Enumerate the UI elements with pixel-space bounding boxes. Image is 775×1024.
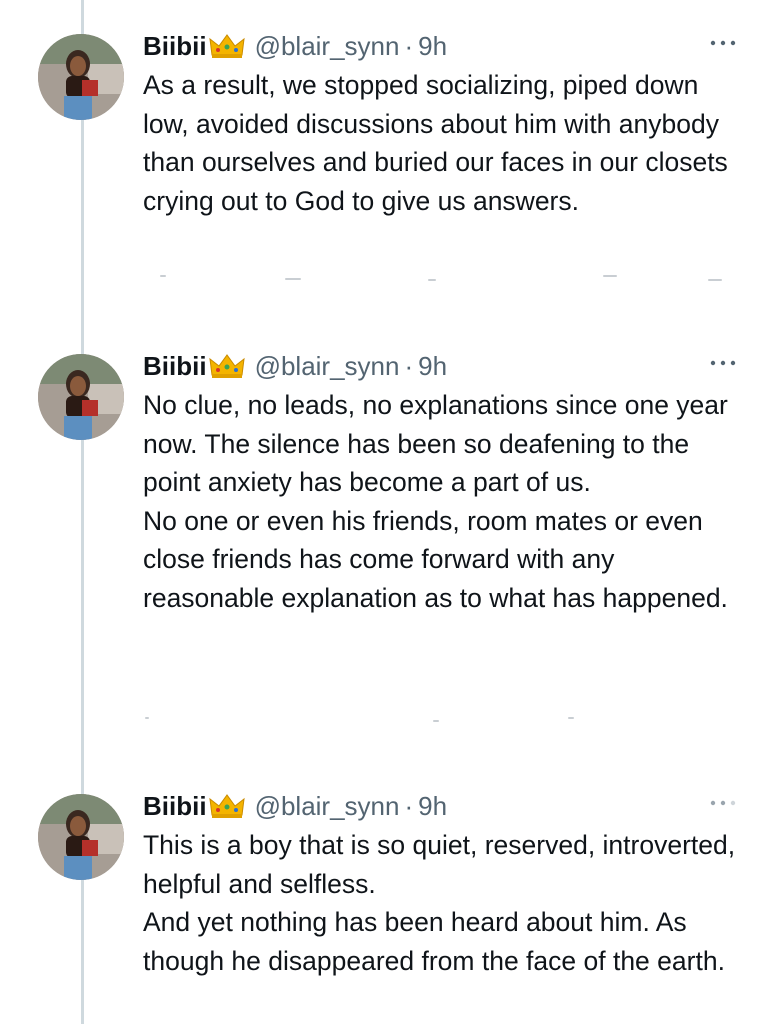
- more-options-icon[interactable]: [709, 38, 737, 48]
- timestamp[interactable]: 9h: [418, 346, 447, 386]
- tweet-text: As a result, we stopped socializing, pip…: [143, 66, 743, 220]
- tweet-paragraph: And yet nothing has been heard about him…: [143, 907, 725, 976]
- separator-dot: ·: [404, 31, 414, 61]
- crown-icon: [208, 354, 245, 378]
- more-options-icon[interactable]: [709, 358, 737, 368]
- profile-photo-icon: [38, 34, 124, 120]
- avatar[interactable]: [38, 354, 124, 440]
- tweet-paragraph: This is a boy that is so quiet, reserved…: [143, 830, 736, 899]
- tweet-header: Biibii @blair_synn · 9h: [143, 786, 745, 826]
- avatar[interactable]: [38, 794, 124, 880]
- tweet-header: Biibii @blair_synn · 9h: [143, 26, 745, 66]
- profile-photo-icon: [38, 354, 124, 440]
- tweet-paragraph: No one or even his friends, room mates o…: [143, 505, 728, 613]
- crown-icon: [208, 794, 245, 818]
- tweet-header: Biibii @blair_synn · 9h: [143, 346, 745, 386]
- separator-dot: ·: [404, 351, 414, 381]
- tweet-paragraph: No clue, no leads, no explanations since…: [143, 390, 728, 497]
- action-bar-placeholder: [143, 715, 733, 722]
- tweet-paragraph: As a result, we stopped socializing, pip…: [143, 70, 728, 216]
- author-name[interactable]: Biibii: [143, 346, 207, 386]
- profile-photo-icon: [38, 794, 124, 880]
- author-handle[interactable]: @blair_synn: [255, 346, 400, 386]
- tweet-text: No clue, no leads, no explanations since…: [143, 386, 743, 617]
- timestamp[interactable]: 9h: [418, 786, 447, 826]
- more-options-icon[interactable]: [709, 798, 737, 808]
- timestamp[interactable]: 9h: [418, 26, 447, 66]
- tweet-text: This is a boy that is so quiet, reserved…: [143, 826, 743, 980]
- action-bar-placeholder: [143, 275, 733, 281]
- author-name[interactable]: Biibii: [143, 26, 207, 66]
- avatar[interactable]: [38, 34, 124, 120]
- author-handle[interactable]: @blair_synn: [255, 26, 400, 66]
- author-name[interactable]: Biibii: [143, 786, 207, 826]
- separator-dot: ·: [404, 791, 414, 821]
- crown-icon: [208, 34, 245, 58]
- author-handle[interactable]: @blair_synn: [255, 786, 400, 826]
